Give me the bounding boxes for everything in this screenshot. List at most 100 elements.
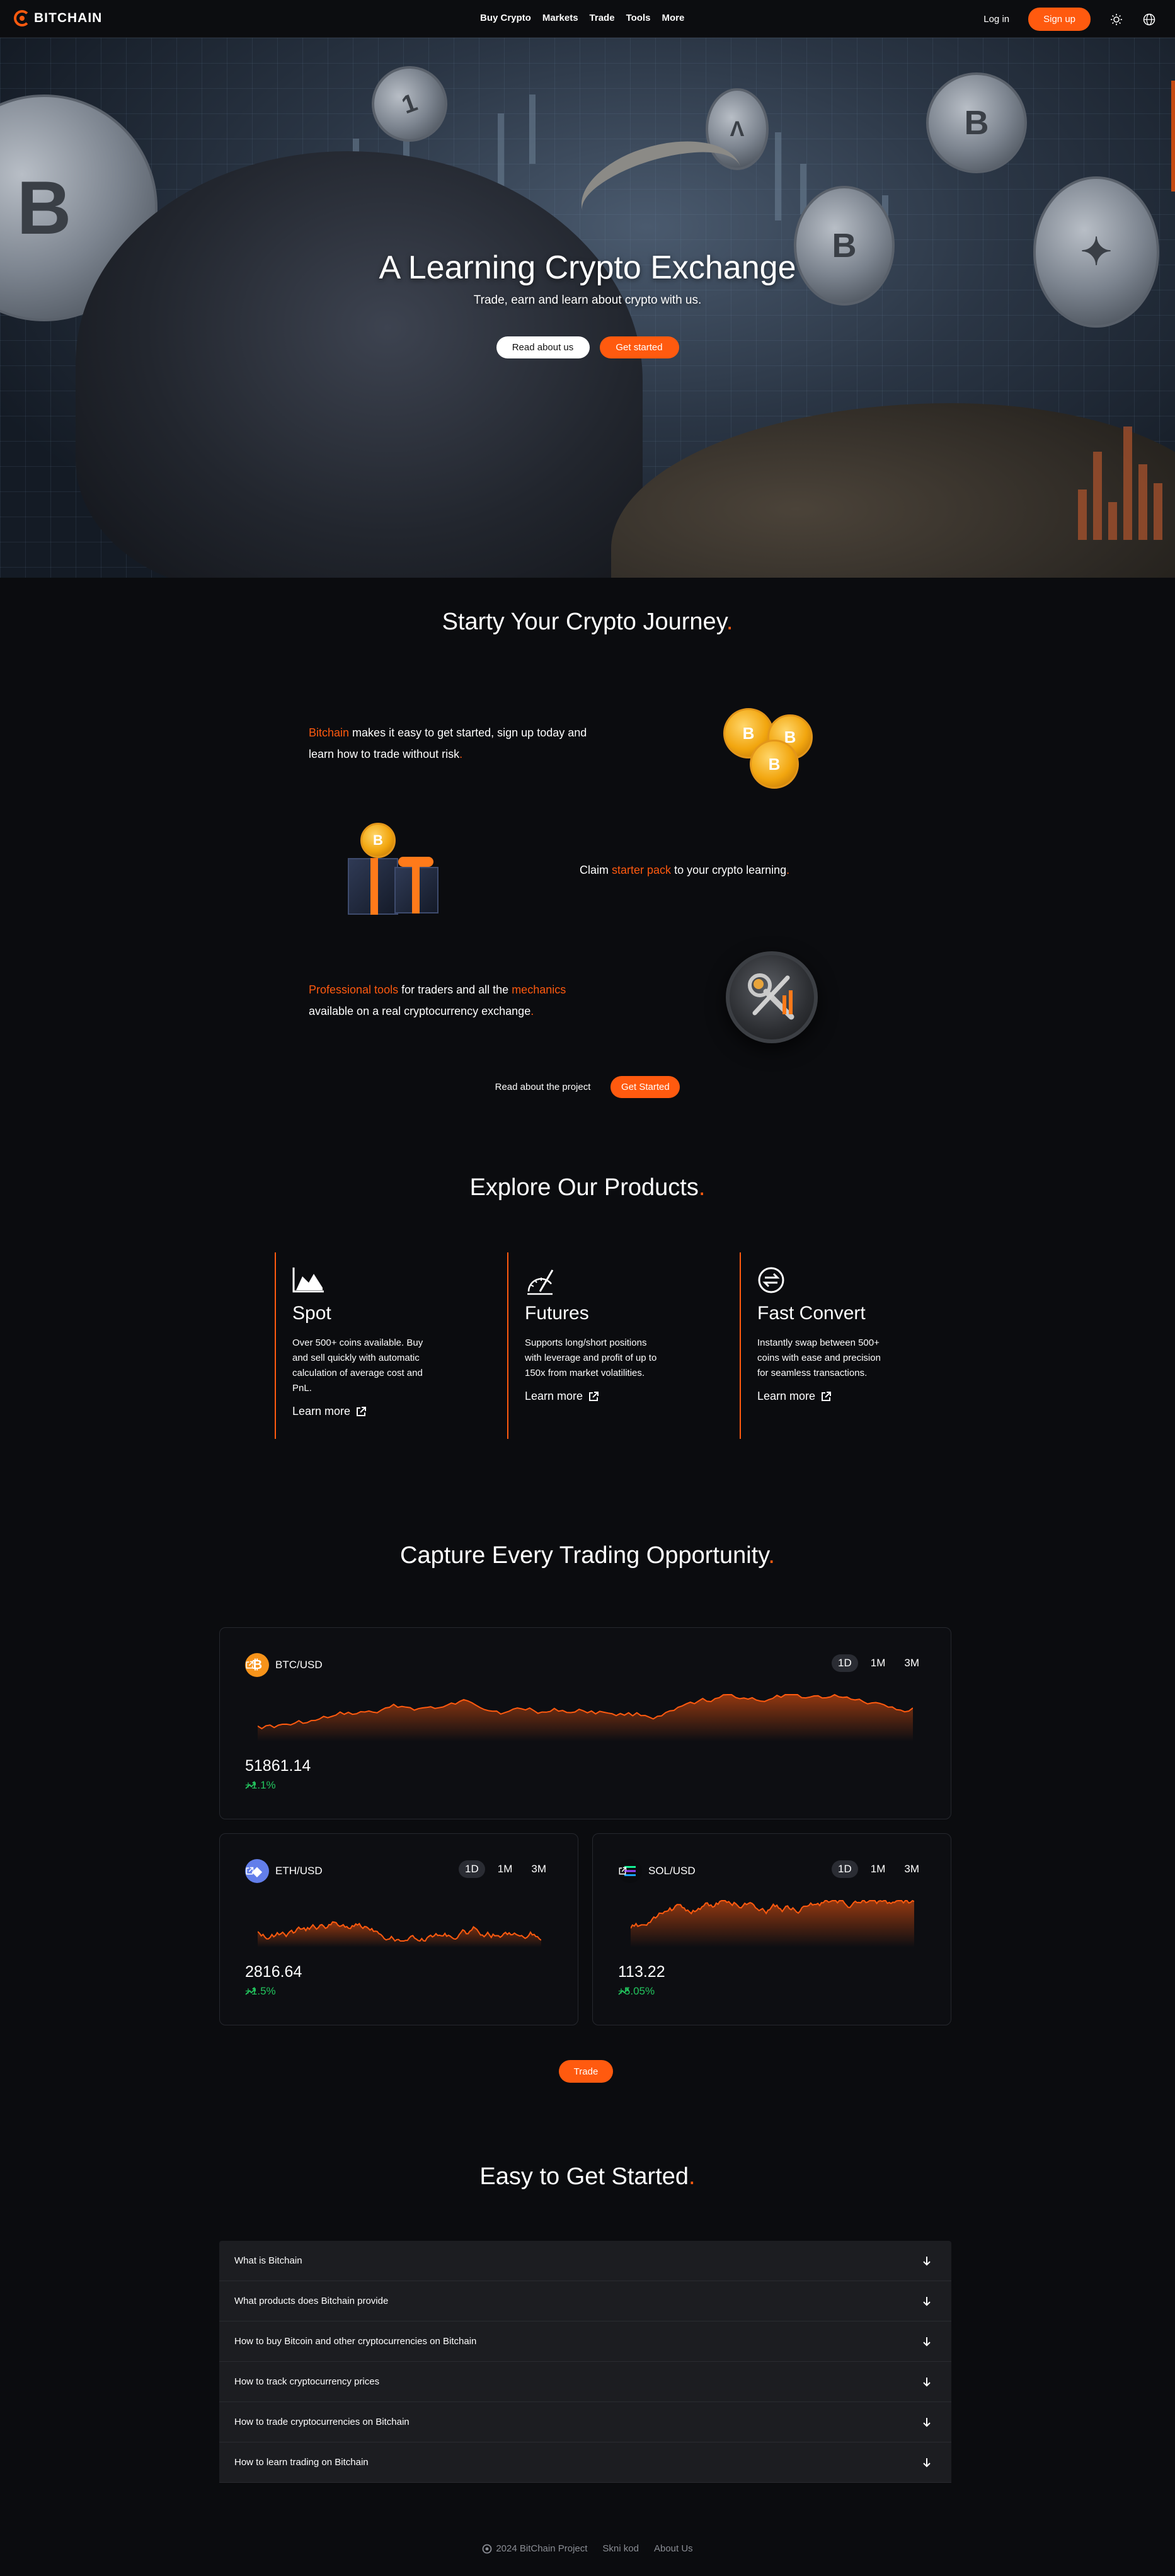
title-accent-dot: . — [768, 1542, 775, 1569]
market-card-header: ◆ ETH/USD — [245, 1859, 323, 1883]
market-card-btc[interactable]: ₿ BTC/USD 1D 1M 3M 51861.14 +1.1% — [219, 1627, 951, 1819]
faq-question: How to buy Bitcoin and other cryptocurre… — [234, 2336, 477, 2347]
footer-link-skni-kod[interactable]: Skni kod — [602, 2543, 639, 2554]
sparkline-area — [258, 1695, 913, 1741]
pair-label-btc: BTC/USD — [275, 1659, 323, 1671]
product-card-fast-convert: Fast Convert Instantly swap between 500+… — [740, 1252, 929, 1439]
range-tab-3m[interactable]: 3M — [898, 1654, 926, 1672]
time-range-tabs: 1D 1M 3M — [459, 1860, 553, 1878]
signup-button[interactable]: Sign up — [1028, 8, 1091, 31]
journey-block-3-mid: for traders and all the — [398, 983, 512, 996]
faq-accordion: What is Bitchain What products does Bitc… — [219, 2241, 951, 2483]
product-title-fast-convert: Fast Convert — [757, 1303, 866, 1324]
footer: 2024 BitChain Project Skni kod About Us — [0, 2543, 1175, 2554]
hero-candle — [529, 94, 536, 164]
footer-link-about-us[interactable]: About Us — [654, 2543, 693, 2554]
sparkline-area — [258, 1921, 541, 1947]
arrow-down-icon — [923, 2256, 931, 2265]
hero-get-started-button[interactable]: Get started — [599, 336, 679, 358]
external-link-icon — [357, 1406, 367, 1416]
mechanics-highlight: mechanics — [512, 983, 566, 996]
swap-icon — [757, 1266, 790, 1293]
learn-more-fast-convert-link[interactable]: Learn more — [757, 1390, 929, 1403]
theme-toggle-sun-icon[interactable] — [1109, 13, 1123, 26]
faq-question: What products does Bitchain provide — [234, 2296, 389, 2306]
products-section-title: Explore Our Products. — [0, 1174, 1175, 1201]
faq-item[interactable]: How to buy Bitcoin and other cryptocurre… — [219, 2321, 951, 2362]
range-tab-3m[interactable]: 3M — [525, 1860, 553, 1878]
products-title-text: Explore Our Products — [469, 1174, 699, 1201]
title-accent-dot: . — [689, 2163, 696, 2190]
faq-question: How to learn trading on Bitchain — [234, 2457, 369, 2468]
starter-pack-highlight: starter pack — [612, 864, 672, 876]
read-about-us-button[interactable]: Read about us — [496, 336, 590, 358]
language-globe-icon[interactable] — [1142, 13, 1156, 26]
time-range-tabs: 1D 1M 3M — [832, 1654, 926, 1672]
nav-link-trade[interactable]: Trade — [590, 13, 615, 23]
gift-ribbon — [412, 867, 420, 913]
learn-more-spot-link[interactable]: Learn more — [292, 1405, 464, 1418]
professional-tools-highlight: Professional tools — [309, 983, 399, 996]
range-tab-3m[interactable]: 3M — [898, 1860, 926, 1878]
starter-pack-gift-illustration: B — [345, 816, 459, 924]
journey-get-started-button[interactable]: Get Started — [610, 1076, 680, 1098]
hero-actions: Read about us Get started — [0, 336, 1175, 358]
external-link-icon — [589, 1391, 599, 1401]
journey-actions: Read about the project Get Started — [0, 1076, 1175, 1098]
gift-ribbon — [370, 858, 378, 915]
product-card-spot: Spot Over 500+ coins available. Buy and … — [275, 1252, 464, 1439]
faq-item[interactable]: What products does Bitchain provide — [219, 2281, 951, 2321]
faq-question: How to trade cryptocurrencies on Bitchai… — [234, 2417, 410, 2427]
nav-actions: Log in Sign up — [983, 8, 1156, 31]
learn-more-futures-link[interactable]: Learn more — [525, 1390, 696, 1403]
journey-block-1-line1: makes it easy to get started, sign up to… — [349, 726, 587, 739]
main-nav: Buy Crypto Markets Trade Tools More — [480, 13, 684, 23]
trend-up-icon — [618, 1988, 629, 1995]
nav-link-more[interactable]: More — [662, 13, 684, 23]
gold-bitcoin-coin: B — [360, 823, 396, 858]
journey-block-3-line2: available on a real cryptocurrency excha… — [309, 1005, 531, 1017]
faq-question: What is Bitchain — [234, 2255, 302, 2266]
journey-block-1-text: Bitchain makes it easy to get started, s… — [309, 722, 587, 765]
gauge-icon — [525, 1266, 558, 1295]
top-navbar: BITCHAIN Buy Crypto Markets Trade Tools … — [0, 0, 1175, 38]
market-card-header: SOL/USD — [618, 1859, 696, 1883]
faq-section-title: Easy to Get Started. — [0, 2163, 1175, 2190]
journey-title-text: Starty Your Crypto Journey — [442, 609, 726, 635]
range-tab-1m[interactable]: 1M — [491, 1860, 519, 1878]
nav-link-tools[interactable]: Tools — [626, 13, 651, 23]
faq-item[interactable]: How to trade cryptocurrencies on Bitchai… — [219, 2402, 951, 2442]
login-button[interactable]: Log in — [983, 14, 1009, 25]
learn-more-label: Learn more — [757, 1390, 816, 1402]
brand-logo-link[interactable]: BITCHAIN — [14, 10, 102, 26]
product-title-spot: Spot — [292, 1303, 331, 1324]
market-card-sol[interactable]: SOL/USD 1D 1M 3M 113.22 +5.05% — [592, 1833, 951, 2025]
read-about-project-link[interactable]: Read about the project — [495, 1082, 591, 1092]
arrow-down-icon — [923, 2377, 931, 2386]
range-tab-1m[interactable]: 1M — [864, 1860, 892, 1878]
arrow-down-icon — [923, 2337, 931, 2346]
scrollbar-thumb[interactable] — [1171, 81, 1175, 192]
sparkline-area — [631, 1901, 914, 1947]
title-accent-dot: . — [726, 609, 733, 635]
nav-link-markets[interactable]: Markets — [542, 13, 578, 23]
trade-button[interactable]: Trade — [559, 2060, 613, 2083]
range-tab-1d[interactable]: 1D — [832, 1860, 858, 1878]
brand-name: BITCHAIN — [34, 11, 103, 25]
range-tab-1m[interactable]: 1M — [864, 1654, 892, 1672]
nav-link-buy-crypto[interactable]: Buy Crypto — [480, 13, 531, 23]
tools-illustration — [726, 951, 818, 1043]
hero-subtitle: Trade, earn and learn about crypto with … — [473, 294, 702, 307]
eth-price-sparkline — [258, 1921, 541, 1947]
range-tab-1d[interactable]: 1D — [459, 1860, 485, 1878]
brand-highlight: Bitchain — [309, 726, 350, 739]
faq-item[interactable]: How to track cryptocurrency prices — [219, 2362, 951, 2402]
faq-item[interactable]: What is Bitchain — [219, 2241, 951, 2281]
external-link-icon — [822, 1391, 832, 1401]
arrow-down-icon — [923, 2458, 931, 2467]
price-eth: 2816.64 — [245, 1963, 302, 1981]
external-link-icon — [246, 1661, 254, 1669]
range-tab-1d[interactable]: 1D — [832, 1654, 858, 1672]
faq-item[interactable]: How to learn trading on Bitchain — [219, 2442, 951, 2483]
market-card-eth[interactable]: ◆ ETH/USD 1D 1M 3M 2816.64 +1.5% — [219, 1833, 578, 2025]
